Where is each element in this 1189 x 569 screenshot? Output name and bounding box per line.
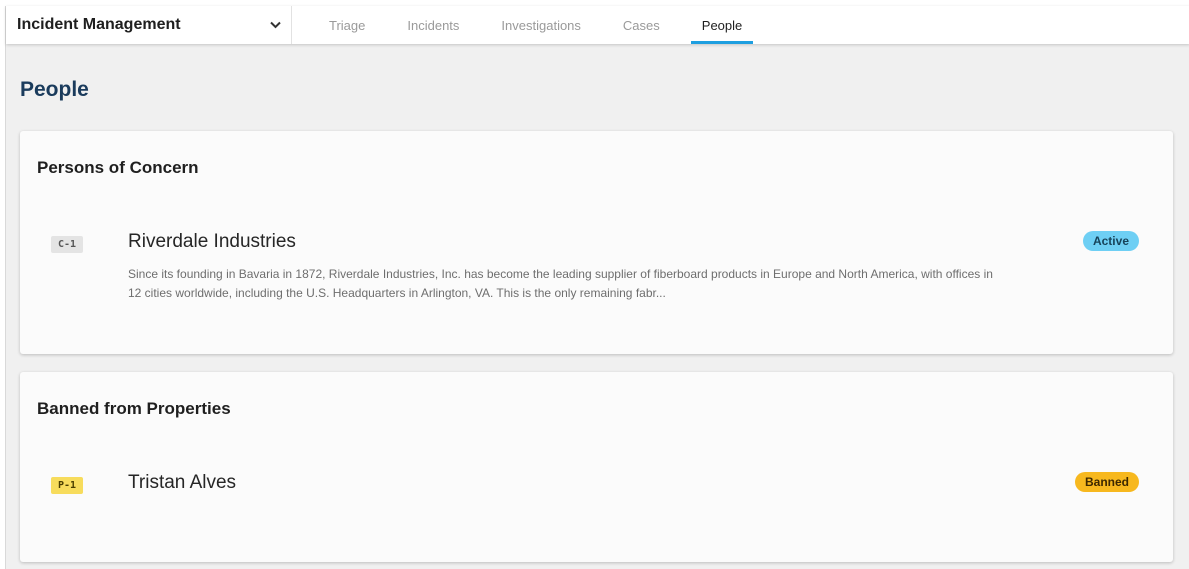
section-banned-from-properties: Banned from Properties P-1 Tristan Alves… — [20, 372, 1173, 562]
record-id-badge: P-1 — [51, 477, 84, 494]
module-label: Incident Management — [17, 16, 181, 33]
record-name[interactable]: Tristan Alves — [128, 472, 236, 494]
tab-cases[interactable]: Cases — [612, 6, 671, 44]
section-title: Banned from Properties — [37, 399, 231, 418]
record-description: Since its founding in Bavaria in 1872, R… — [128, 267, 993, 300]
section-persons-of-concern: Persons of Concern C-1 Riverdale Industr… — [20, 131, 1173, 354]
record-name[interactable]: Riverdale Industries — [128, 231, 296, 253]
record-id-badge: C-1 — [51, 236, 84, 253]
tab-investigations[interactable]: Investigations — [490, 6, 592, 44]
tab-incidents[interactable]: Incidents — [396, 6, 470, 44]
top-navigation-bar: Incident Management Triage Incidents Inv… — [6, 6, 1189, 44]
app-frame: Incident Management Triage Incidents Inv… — [5, 6, 1189, 569]
tab-triage[interactable]: Triage — [318, 6, 376, 44]
chevron-down-icon — [269, 19, 281, 31]
tab-people[interactable]: People — [690, 6, 754, 44]
section-title: Persons of Concern — [37, 158, 199, 177]
tab-bar: Triage Incidents Investigations Cases Pe… — [292, 6, 773, 44]
module-selector[interactable]: Incident Management — [6, 6, 292, 44]
status-badge: Active — [1082, 231, 1139, 251]
page-title: People — [20, 78, 89, 101]
status-badge: Banned — [1074, 472, 1139, 492]
